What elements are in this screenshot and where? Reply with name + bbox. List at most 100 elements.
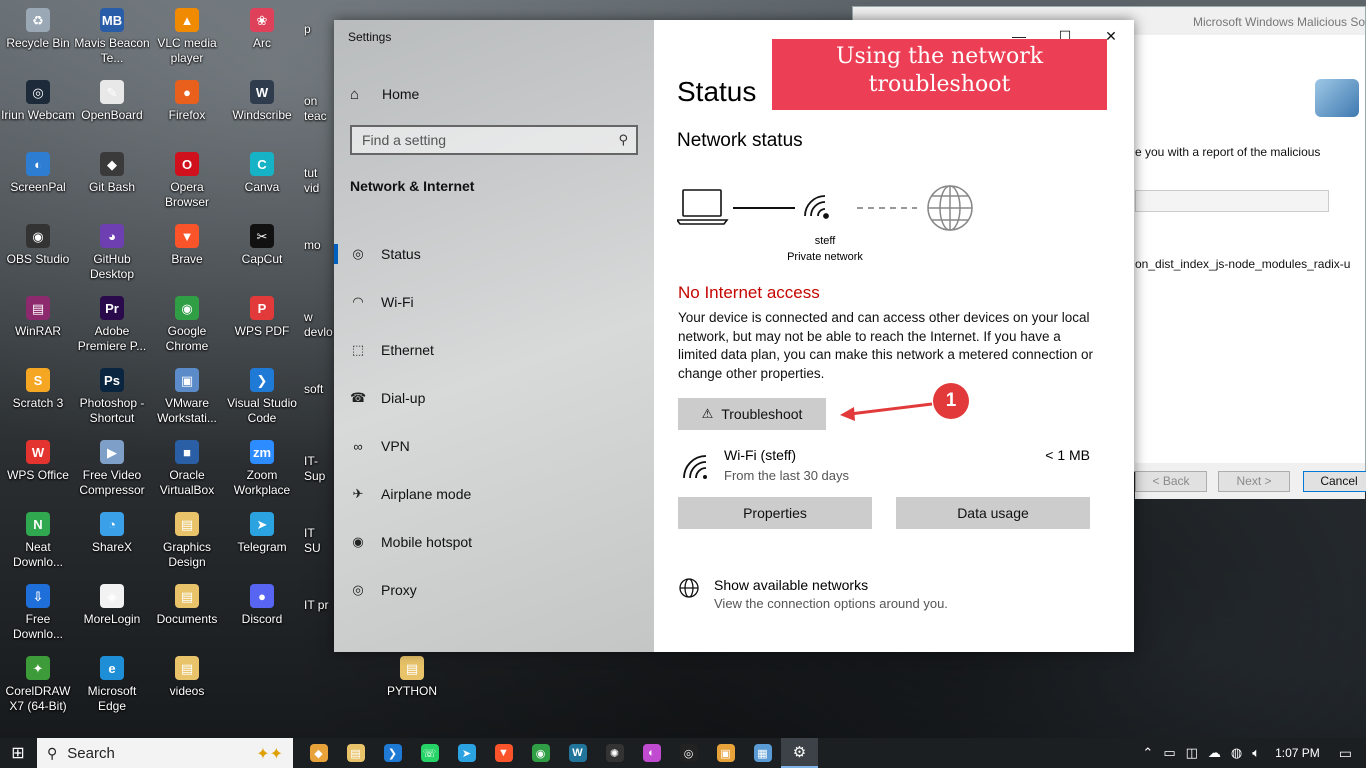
desktop-icon[interactable]: S Scratch 3 <box>0 368 76 411</box>
settings-window[interactable]: Settings ⌂ Home Find a setting ⚲ Network… <box>334 20 1134 652</box>
language-icon[interactable]: ◍ <box>1231 745 1242 761</box>
desktop-icon[interactable]: P WPS PDF <box>224 296 300 339</box>
notifications-icon[interactable]: ▭ <box>1339 745 1352 762</box>
whatsapp-icon[interactable]: ☏ <box>411 738 448 768</box>
properties-button[interactable]: Properties <box>678 497 872 529</box>
desktop-icon-partial[interactable]: IT SU <box>304 526 334 556</box>
desktop-icon[interactable]: N Neat Downlo... <box>0 512 76 570</box>
home-icon: ⌂ <box>350 85 360 103</box>
network-tray-icon[interactable]: ▭ <box>1163 745 1175 761</box>
nav-item-airplane-mode[interactable]: ✈ Airplane mode <box>334 470 654 518</box>
desktop-icon-partial[interactable]: tut vid <box>304 166 334 196</box>
desktop-icon[interactable]: ◈ MoreLogin <box>74 584 150 627</box>
desktop-icon[interactable]: ▤ PYTHON <box>374 656 450 699</box>
desktop-icon[interactable]: ▶ Free Video Compressor <box>74 440 150 498</box>
desktop-icon-partial[interactable]: on teac <box>304 94 334 124</box>
vscode-icon[interactable]: ❯ <box>374 738 411 768</box>
page-title: Status <box>677 76 757 107</box>
nav-item-dial-up[interactable]: ☎ Dial-up <box>334 374 654 422</box>
desktop-icon-partial[interactable]: mo <box>304 238 334 253</box>
desktop-icon[interactable]: Pr Adobe Premiere P... <box>74 296 150 354</box>
cancel-button[interactable]: Cancel <box>1303 471 1366 492</box>
desktop-icon[interactable]: ❀ Arc <box>224 8 300 51</box>
desktop-icon-partial[interactable]: p <box>304 22 334 37</box>
windows-start-icon[interactable]: ⊞ <box>0 738 36 768</box>
file-explorer-icon[interactable]: ▤ <box>337 738 374 768</box>
desktop-icon[interactable]: ◉ Google Chrome <box>149 296 225 354</box>
desktop-icon[interactable]: ◉ OBS Studio <box>0 224 76 267</box>
nav-item-proxy[interactable]: ◎ Proxy <box>334 566 654 614</box>
troubleshoot-button[interactable]: ⚠ Troubleshoot <box>678 398 826 430</box>
chrome-icon[interactable]: ◉ <box>522 738 559 768</box>
desktop-icon[interactable]: ▼ Brave <box>149 224 225 267</box>
desktop-icon-label: Microsoft Edge <box>87 684 137 713</box>
nav-item-label: Status <box>381 246 421 262</box>
desktop-icon-partial[interactable]: soft <box>304 382 334 397</box>
desktop-icon[interactable]: ◆ Git Bash <box>74 152 150 195</box>
msrt-icon[interactable]: ▦ <box>744 738 781 768</box>
iriun-icon[interactable]: ◎ <box>670 738 707 768</box>
desktop-icon[interactable]: O Opera Browser <box>149 152 225 210</box>
taskview-icon[interactable]: ◆ <box>300 738 337 768</box>
nav-item-status[interactable]: ◎ Status <box>334 230 654 278</box>
desktop-icon[interactable]: ● Discord <box>224 584 300 627</box>
nav-item-wi-fi[interactable]: ◠ Wi-Fi <box>334 278 654 326</box>
desktop-icon[interactable]: ◔ ShareX <box>74 512 150 555</box>
desktop-icon-partial[interactable]: IT pr <box>304 598 334 613</box>
taskbar-search[interactable]: ⚲ Search ✦✦ <box>37 738 293 768</box>
desktop-icon[interactable]: ▤ videos <box>149 656 225 699</box>
nav-item-vpn[interactable]: ∞ VPN <box>334 422 654 470</box>
desktop-icon[interactable]: zm Zoom Workplace <box>224 440 300 498</box>
brave-icon[interactable]: ▼ <box>485 738 522 768</box>
desktop-icon[interactable]: ● Firefox <box>149 80 225 123</box>
data-usage-button[interactable]: Data usage <box>896 497 1090 529</box>
show-available-networks-link[interactable]: Show available networks View the connect… <box>678 575 1078 615</box>
chevron-up-icon[interactable]: ⌃ <box>1142 745 1153 761</box>
desktop-icon[interactable]: ◐ ScreenPal <box>0 152 76 195</box>
app-icon: N <box>26 512 50 536</box>
telegram-icon[interactable]: ➤ <box>448 738 485 768</box>
desktop-icon[interactable]: ■ Oracle VirtualBox <box>149 440 225 498</box>
nav-home[interactable]: ⌂ Home <box>350 82 419 106</box>
desktop-icon[interactable]: ◎ Iriun Webcam <box>0 80 76 123</box>
desktop-icon[interactable]: ✦ CorelDRAW X7 (64-Bit) <box>0 656 76 714</box>
settings-search-input[interactable]: Find a setting ⚲ <box>350 125 638 155</box>
desktop-icon[interactable]: MB Mavis Beacon Te... <box>74 8 150 66</box>
desktop-icon[interactable]: Ps Photoshop - Shortcut <box>74 368 150 426</box>
snipping-icon[interactable]: ▣ <box>707 738 744 768</box>
desktop-icon[interactable]: ▲ VLC media player <box>149 8 225 66</box>
desktop-icon-partial[interactable]: IT-Sup <box>304 454 334 484</box>
back-button[interactable]: < Back <box>1135 471 1207 492</box>
onedrive-icon[interactable]: ☁ <box>1208 745 1221 761</box>
desktop-icon[interactable]: ▤ Graphics Design <box>149 512 225 570</box>
desktop-icon[interactable]: ▤ Documents <box>149 584 225 627</box>
desktop-icon-partial[interactable]: w devlo <box>304 310 334 340</box>
desktop-icon[interactable]: e Microsoft Edge <box>74 656 150 714</box>
meet-now-icon[interactable]: ◫ <box>1186 745 1198 761</box>
app-icon: ▼ <box>175 224 199 248</box>
desktop-icon[interactable]: ✂ CapCut <box>224 224 300 267</box>
next-button[interactable]: Next > <box>1218 471 1290 492</box>
desktop-icon[interactable]: W WPS Office <box>0 440 76 483</box>
desktop-icon[interactable]: ▤ WinRAR <box>0 296 76 339</box>
desktop-icon[interactable]: ▣ VMware Workstati... <box>149 368 225 426</box>
desktop-icon-label: p <box>304 22 311 36</box>
clock[interactable]: 1:07 PM <box>1275 746 1320 760</box>
wordpress-icon[interactable]: W <box>559 738 596 768</box>
desktop-icon-label: Firefox <box>168 108 206 122</box>
desktop-icon[interactable]: ❯ Visual Studio Code <box>224 368 300 426</box>
desktop-icon[interactable]: ➤ Telegram <box>224 512 300 555</box>
desktop-icon[interactable]: C Canva <box>224 152 300 195</box>
app-icon: W <box>250 80 274 104</box>
desktop-icon[interactable]: ◕ GitHub Desktop <box>74 224 150 282</box>
desktop-icon[interactable]: ⇩ Free Downlo... <box>0 584 76 642</box>
nav-item-mobile-hotspot[interactable]: ◉ Mobile hotspot <box>334 518 654 566</box>
nav-item-ethernet[interactable]: ⬚ Ethernet <box>334 326 654 374</box>
settings-taskbar-icon[interactable]: ⚙ <box>781 738 818 768</box>
chatgpt-icon[interactable]: ✺ <box>596 738 633 768</box>
desktop-icon[interactable]: W Windscribe <box>224 80 300 123</box>
desktop-icon[interactable]: ✎ OpenBoard <box>74 80 150 123</box>
desktop-icon[interactable]: ♻ Recycle Bin <box>0 8 76 51</box>
volume-icon[interactable]: 🔈︎ <box>1252 745 1260 761</box>
copilot-icon[interactable]: ◐ <box>633 738 670 768</box>
